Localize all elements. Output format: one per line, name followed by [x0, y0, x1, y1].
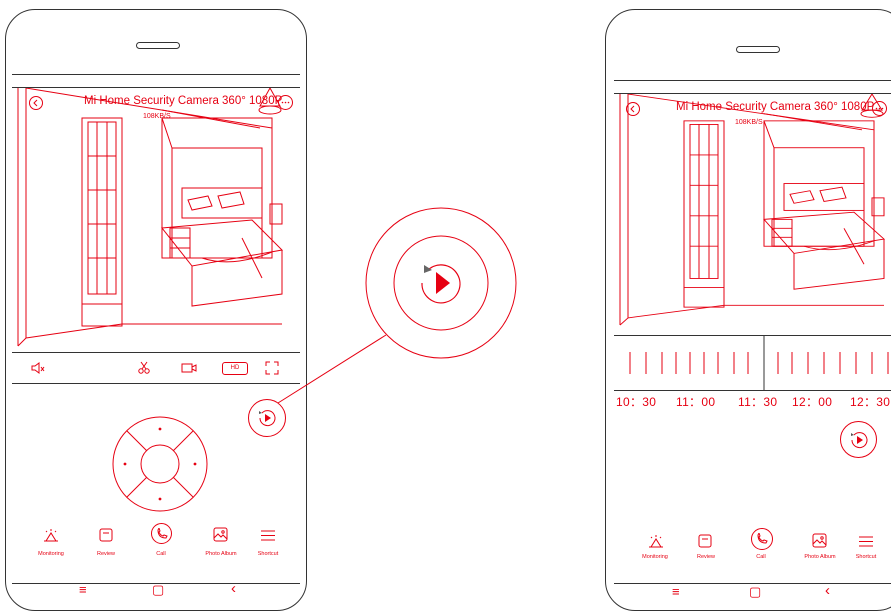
video-record-icon[interactable] — [181, 362, 197, 374]
right-phone-screen: Mi Home Security Camera 360° 1080P 108KB… — [614, 80, 891, 584]
system-home-button[interactable]: ▢ — [749, 584, 761, 600]
call-button[interactable] — [151, 523, 172, 544]
nav-label-review: Review — [696, 554, 716, 560]
camera-playback-view — [619, 94, 885, 326]
system-menu-button[interactable]: ≡ — [672, 584, 680, 599]
left-phone-speaker — [136, 42, 180, 49]
mute-icon[interactable] — [30, 361, 46, 375]
nav-label-call: Call — [156, 551, 166, 557]
right-phone: Mi Home Security Camera 360° 1080P 108KB… — [605, 9, 891, 611]
photo-album-icon[interactable] — [213, 527, 228, 542]
back-button[interactable] — [626, 102, 640, 116]
timeline-label-1130: 11：30 — [738, 395, 778, 409]
playback-button[interactable] — [840, 421, 877, 458]
nav-label-review: Review — [96, 551, 116, 557]
timeline-label-1230: 12：30 — [850, 395, 891, 409]
status-bar — [614, 81, 891, 94]
menu-icon[interactable] — [859, 536, 873, 547]
chevron-left-icon — [33, 99, 38, 107]
right-phone-speaker — [736, 46, 780, 53]
nav-label-shortcut: Shortcut — [257, 551, 279, 557]
call-button[interactable] — [751, 528, 773, 550]
more-icon — [281, 101, 290, 104]
timeline-ruler[interactable] — [614, 335, 891, 391]
nav-label-photo-album: Photo Album — [205, 551, 237, 557]
bitrate-readout: 108KB/S — [143, 113, 171, 120]
phone-icon — [156, 527, 168, 539]
system-back-button[interactable]: ‹ — [825, 582, 830, 599]
callout-zoom — [277, 207, 517, 404]
screenshot-icon[interactable] — [137, 361, 151, 375]
review-icon[interactable] — [698, 534, 712, 548]
camera-title: Mi Home Security Camera 360° 1080P — [676, 101, 875, 113]
camera-title: Mi Home Security Camera 360° 1080P — [84, 95, 283, 107]
chevron-left-icon — [630, 105, 635, 113]
nav-label-monitoring: Monitoring — [642, 554, 668, 560]
alarm-icon[interactable] — [648, 535, 664, 549]
back-button[interactable] — [29, 96, 43, 110]
timeline-label-1200: 12：00 — [792, 395, 833, 409]
more-button[interactable] — [278, 95, 293, 110]
status-bar — [12, 75, 300, 88]
phone-icon — [757, 533, 768, 544]
nav-label-monitoring: Monitoring — [38, 551, 64, 557]
bitrate-readout: 108KB/S — [735, 119, 763, 126]
system-back-button[interactable]: ‹ — [231, 580, 236, 597]
replay-play-icon — [850, 431, 867, 448]
more-button[interactable] — [872, 101, 887, 116]
pan-tilt-joystick[interactable] — [111, 415, 209, 513]
timeline-ticks — [629, 336, 889, 390]
timeline-label-1100: 11：00 — [676, 395, 716, 409]
system-menu-button[interactable]: ≡ — [79, 582, 87, 597]
timeline-label-1030: 10：30 — [616, 395, 657, 409]
nav-label-shortcut: Shortcut — [855, 554, 877, 560]
replay-play-icon — [421, 264, 461, 304]
alarm-icon[interactable] — [43, 529, 59, 543]
photo-album-icon[interactable] — [812, 533, 827, 548]
nav-label-photo-album: Photo Album — [804, 554, 836, 560]
more-icon — [875, 107, 884, 110]
nav-label-call: Call — [756, 554, 766, 560]
system-home-button[interactable]: ▢ — [152, 582, 164, 598]
menu-icon[interactable] — [261, 530, 275, 541]
review-icon[interactable] — [99, 528, 113, 542]
